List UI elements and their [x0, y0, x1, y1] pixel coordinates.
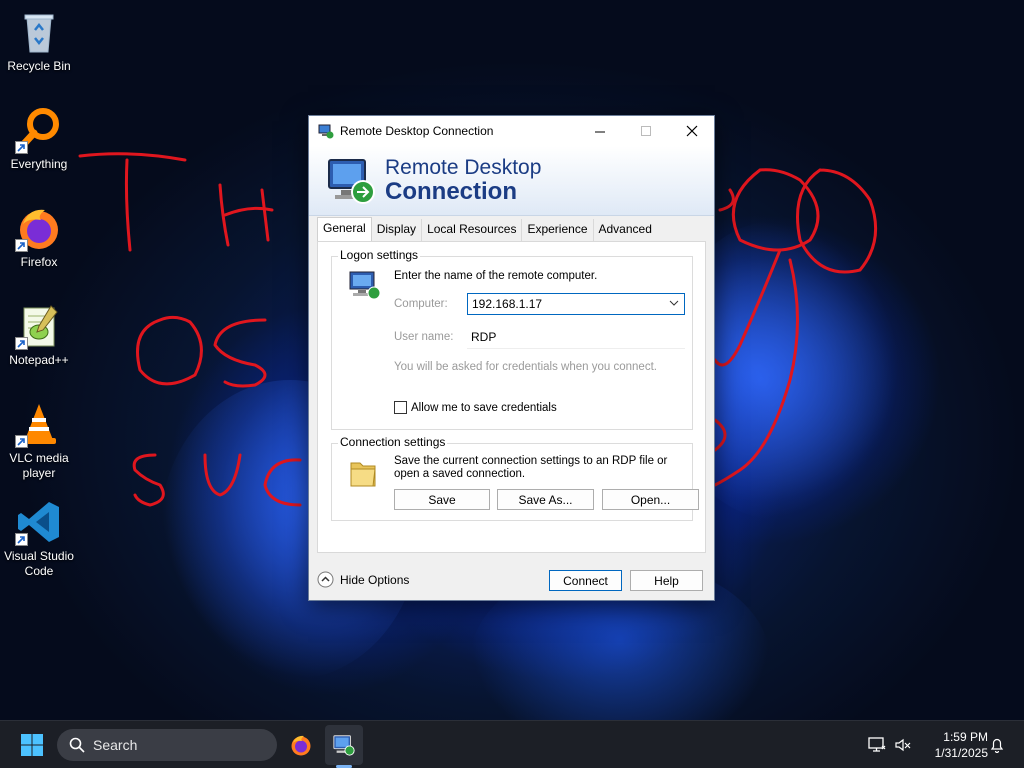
- computer-combobox[interactable]: 192.168.1.17: [467, 293, 685, 315]
- rdc-dialog: Remote Desktop Connection Remote Desktop…: [308, 115, 715, 601]
- maximize-button: [623, 116, 669, 146]
- notepadpp-icon: [15, 302, 63, 350]
- desktop-icon-vscode[interactable]: Visual Studio Code: [0, 492, 78, 579]
- shortcut-arrow-icon: [15, 239, 28, 252]
- firefox-icon: [15, 204, 63, 252]
- folder-icon: [350, 462, 376, 487]
- recycle-bin-icon: [15, 8, 63, 56]
- tab-display[interactable]: Display: [372, 219, 423, 241]
- logon-settings-group: Logon settings Enter the name of the rem…: [331, 248, 693, 430]
- tab-strip: General Display Local Resources Experien…: [317, 217, 657, 241]
- save-button[interactable]: Save: [394, 489, 490, 510]
- bell-icon: [990, 738, 1004, 753]
- desktop-icon-label: VLC media player: [9, 451, 69, 480]
- computer-icon: [349, 271, 381, 300]
- remote-desktop-monitor-icon: [328, 159, 375, 204]
- taskbar-firefox[interactable]: [282, 721, 320, 768]
- desktop-icon-label: Firefox: [20, 255, 58, 269]
- save-as-button[interactable]: Save As...: [497, 489, 594, 510]
- chevron-down-icon[interactable]: [668, 297, 680, 309]
- desktop-icon-firefox[interactable]: Firefox: [0, 198, 78, 270]
- logon-settings-title: Logon settings: [338, 248, 421, 262]
- save-credentials-checkbox[interactable]: Allow me to save credentials: [394, 401, 557, 414]
- rdc-banner: Remote Desktop Connection: [309, 146, 714, 216]
- banner-title-line2: Connection: [385, 178, 517, 205]
- tab-advanced[interactable]: Advanced: [594, 219, 657, 241]
- computer-label: Computer:: [394, 298, 448, 310]
- search-label: Search: [93, 737, 138, 753]
- shortcut-arrow-icon: [15, 337, 28, 350]
- notifications-button[interactable]: [986, 721, 1008, 768]
- desktop-icon-vlc[interactable]: VLC media player: [0, 394, 78, 481]
- maximize-icon: [640, 125, 651, 136]
- desktop-icon-label: Visual Studio Code: [4, 549, 74, 578]
- shortcut-arrow-icon: [15, 533, 28, 546]
- close-button[interactable]: [669, 116, 715, 146]
- clock-date: 1/31/2025: [934, 746, 988, 760]
- search-icon: [69, 737, 85, 753]
- desktop-icon-label: Everything: [10, 157, 68, 171]
- desktop-icon-everything[interactable]: Everything: [0, 100, 78, 172]
- clock-time: 1:59 PM: [943, 730, 988, 744]
- everything-icon: [15, 106, 63, 154]
- taskbar-remote-desktop[interactable]: [325, 725, 363, 765]
- tab-experience[interactable]: Experience: [522, 219, 594, 241]
- vlc-icon: [15, 400, 63, 448]
- save-credentials-label: Allow me to save credentials: [411, 401, 557, 414]
- computer-value: 192.168.1.17: [472, 297, 543, 311]
- open-button[interactable]: Open...: [602, 489, 699, 510]
- firefox-icon: [291, 735, 311, 756]
- desktop-icon-label: Notepad++: [9, 353, 69, 367]
- connection-settings-text: Save the current connection settings to …: [394, 455, 668, 480]
- shortcut-arrow-icon: [15, 141, 28, 154]
- banner-title-line1: Remote Desktop: [385, 156, 542, 179]
- help-button[interactable]: Help: [630, 570, 703, 591]
- tab-general[interactable]: General: [317, 217, 372, 241]
- logon-instruction: Enter the name of the remote computer.: [394, 270, 598, 282]
- connect-button[interactable]: Connect: [549, 570, 622, 591]
- desktop-icon-label: Recycle Bin: [7, 59, 71, 73]
- desktop-icon-notepadpp[interactable]: Notepad++: [0, 296, 78, 368]
- windows-start-icon: [21, 734, 43, 756]
- system-clock[interactable]: 1:59 PM 1/31/2025: [922, 729, 988, 761]
- shortcut-arrow-icon: [15, 435, 28, 448]
- credentials-note: You will be asked for credentials when y…: [394, 361, 657, 373]
- checkbox-box[interactable]: [394, 401, 407, 414]
- rdc-app-icon: [318, 124, 334, 139]
- hide-options-label: Hide Options: [340, 572, 410, 587]
- general-tab-panel: Logon settings Enter the name of the rem…: [317, 241, 706, 553]
- connection-settings-group: Connection settings Save the current con…: [331, 435, 699, 521]
- tab-local-resources[interactable]: Local Resources: [422, 219, 523, 241]
- minimize-button[interactable]: [577, 116, 623, 146]
- taskbar-search[interactable]: Search: [57, 729, 277, 761]
- remote-desktop-monitor-icon: [333, 735, 355, 756]
- start-button[interactable]: [12, 721, 52, 768]
- window-title: Remote Desktop Connection: [340, 124, 494, 138]
- username-field[interactable]: RDP: [467, 327, 685, 349]
- chevron-up-icon: [317, 571, 334, 588]
- username-label: User name:: [394, 331, 454, 343]
- volume-muted-icon: [895, 738, 911, 752]
- desktop-icon-recycle-bin[interactable]: Recycle Bin: [0, 2, 78, 74]
- hide-options-toggle[interactable]: Hide Options: [317, 571, 409, 588]
- network-icon: [868, 737, 886, 752]
- taskbar: Search 1:59 PM 1/31/2025: [0, 720, 1024, 768]
- volume-tray-icon[interactable]: [890, 721, 916, 768]
- connection-settings-title: Connection settings: [338, 435, 448, 449]
- network-tray-icon[interactable]: [864, 721, 890, 768]
- vscode-icon: [15, 498, 63, 546]
- title-bar[interactable]: Remote Desktop Connection: [309, 116, 714, 146]
- minimize-icon: [594, 131, 605, 132]
- close-icon: [686, 125, 698, 137]
